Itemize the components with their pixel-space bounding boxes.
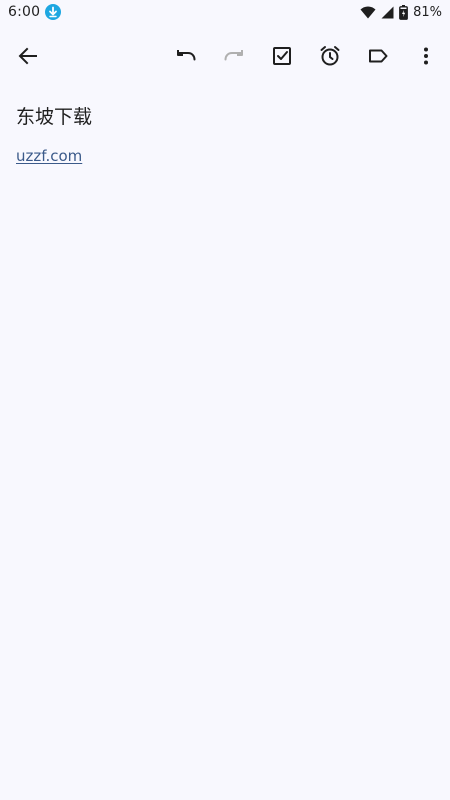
download-notification-icon	[45, 4, 62, 20]
note-toolbar	[0, 32, 450, 80]
note-link[interactable]: uzzf.com	[16, 147, 82, 165]
redo-button[interactable]	[214, 32, 254, 80]
battery-percent: 81%	[413, 4, 442, 20]
reminder-alarm-icon	[318, 44, 342, 68]
battery-charging-icon	[399, 4, 408, 20]
note-title[interactable]: 东坡下载	[16, 103, 92, 131]
checkbox-icon	[270, 44, 294, 68]
more-vert-icon	[414, 44, 438, 68]
back-arrow-icon	[16, 44, 40, 68]
status-right: 81%	[360, 4, 442, 20]
back-button[interactable]	[8, 32, 48, 80]
cell-signal-icon	[381, 6, 394, 19]
undo-button[interactable]	[166, 32, 206, 80]
undo-icon	[174, 44, 198, 68]
label-button[interactable]	[358, 32, 398, 80]
note-editor-screen: 6:00 81% 东坡下载 uzzf.com	[0, 0, 450, 800]
status-left: 6:00	[8, 4, 62, 20]
status-bar: 6:00 81%	[0, 0, 450, 24]
more-options-button[interactable]	[406, 32, 446, 80]
wifi-icon	[360, 6, 376, 19]
status-time: 6:00	[8, 4, 41, 20]
redo-icon	[222, 44, 246, 68]
label-icon	[366, 44, 390, 68]
reminder-button[interactable]	[310, 32, 350, 80]
checklist-button[interactable]	[262, 32, 302, 80]
note-body[interactable]: uzzf.com	[16, 144, 82, 168]
